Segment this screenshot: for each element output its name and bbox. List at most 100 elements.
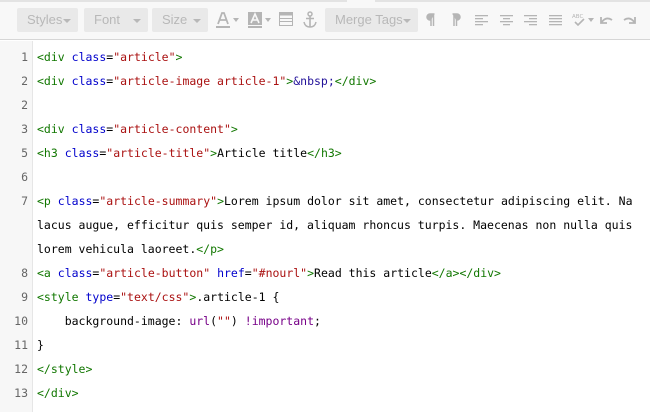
- line-number: 9: [21, 290, 28, 304]
- code-line[interactable]: 5 <h3 class="article-title">Article title…: [0, 141, 650, 165]
- code-token-txt: .article-1 {: [196, 290, 280, 304]
- code-token-tag: >: [217, 194, 224, 208]
- chevron-down-icon: [403, 19, 411, 23]
- table-button[interactable]: [279, 11, 293, 29]
- code-line[interactable]: 11}: [0, 333, 650, 357]
- text-color-caret-icon[interactable]: [233, 18, 239, 22]
- code-token-tag: >: [230, 122, 238, 136]
- code-text: <style type="text/css">.article-1 {: [37, 285, 279, 309]
- code-token-tag: <h3: [37, 146, 58, 160]
- code-text: <h3 class="article-title">Article title<…: [37, 141, 342, 165]
- code-token-attr: class: [71, 74, 107, 88]
- code-line[interactable]: 10 background-image: url("") !important;: [0, 309, 650, 333]
- undo-button[interactable]: [598, 11, 614, 29]
- code-token-tag: <div: [37, 122, 65, 136]
- code-token-txt: }: [37, 338, 44, 352]
- line-number: 2: [21, 98, 28, 112]
- background-color-button[interactable]: [247, 11, 263, 29]
- align-right-button[interactable]: [524, 11, 538, 29]
- code-token-tag: <div: [37, 50, 65, 64]
- code-token-txt: Lorem ipsum dolor sit amet, consectetur …: [224, 194, 633, 208]
- code-token-tag: <div: [37, 74, 65, 88]
- spellcheck-icon: ABC: [572, 14, 585, 27]
- line-number: 1: [21, 50, 28, 64]
- code-token-str: "article": [113, 50, 176, 64]
- code-token-txt: (: [210, 314, 218, 328]
- code-text: </div>: [37, 381, 79, 405]
- wrapped-segment: lacus augue, efficitur quis semper id, a…: [37, 213, 633, 237]
- code-token-tag: </div>: [37, 386, 79, 400]
- paragraph-ltr-button[interactable]: [426, 11, 436, 29]
- line-number: 13: [14, 386, 28, 400]
- code-token-txt: ): [230, 314, 245, 328]
- redo-button[interactable]: [622, 11, 638, 29]
- line-number: 3: [21, 122, 28, 136]
- code-line[interactable]: 2 <div class="article-image article-1">&n…: [0, 69, 650, 93]
- text-color-button[interactable]: [215, 11, 231, 29]
- editor-toolbar: Styles Font Size Merge Tags ABC: [0, 0, 650, 40]
- paragraph-rtl-button[interactable]: [451, 11, 461, 29]
- spellcheck-button[interactable]: ABC: [572, 11, 587, 29]
- code-line[interactable]: 1 <div class="article">: [0, 45, 650, 69]
- line-number: 6: [21, 170, 28, 184]
- code-token-str: "article-title": [106, 146, 211, 160]
- align-center-button[interactable]: [500, 11, 514, 29]
- code-line[interactable]: 8 <a class="article-button" href="#nourl"…: [0, 261, 650, 285]
- code-token-str: "article-button": [99, 266, 211, 280]
- spellcheck-caret-icon[interactable]: [588, 18, 594, 22]
- code-text: <p class="article-summary">Lorem ipsum d…: [37, 189, 633, 261]
- code-text: background-image: url("") !important;: [37, 309, 321, 333]
- code-token-str: "#nourl": [251, 266, 308, 280]
- code-token-txt: ;: [314, 314, 321, 328]
- line-number: 2: [21, 74, 28, 88]
- anchor-button[interactable]: [302, 11, 318, 29]
- chevron-down-icon: [63, 19, 71, 23]
- code-token-attr: class: [71, 50, 107, 64]
- code-token-txt: Read this article: [314, 266, 432, 280]
- code-token-attr: type: [85, 290, 114, 304]
- line-number: 11: [14, 338, 28, 352]
- line-number: 12: [14, 362, 28, 376]
- code-editor[interactable]: 1 <div class="article"> 2 <div class="artic…: [0, 41, 650, 412]
- line-number: 10: [14, 314, 28, 328]
- code-line[interactable]: 6: [0, 165, 650, 189]
- code-token-tag: </div>: [334, 74, 377, 88]
- code-line[interactable]: 7 <p class="article-summary">Lorem ipsum …: [0, 189, 650, 261]
- styles-dropdown[interactable]: Styles: [17, 8, 78, 32]
- merge-tags-dropdown[interactable]: Merge Tags: [325, 8, 418, 32]
- code-token-str: "article-summary": [99, 194, 218, 208]
- align-justify-button[interactable]: [549, 11, 563, 29]
- code-line[interactable]: 3 <div class="article-content">: [0, 117, 650, 141]
- align-left-icon: [475, 15, 488, 26]
- background-color-caret-icon[interactable]: [265, 18, 271, 22]
- code-token-txt: lacus augue, efficitur quis semper id, a…: [37, 218, 633, 232]
- code-token-tag: </h3>: [307, 146, 342, 160]
- chevron-down-icon: [133, 19, 141, 23]
- background-color-icon: [248, 12, 262, 28]
- undo-icon: [600, 17, 613, 24]
- size-dropdown-label: Size: [162, 12, 188, 27]
- code-line[interactable]: 2: [0, 93, 650, 117]
- code-text: <div class="article-image article-1">&nb…: [37, 69, 376, 93]
- font-dropdown[interactable]: Font: [84, 8, 148, 32]
- font-dropdown-label: Font: [94, 12, 121, 27]
- code-token-txt: background-image:: [37, 314, 190, 328]
- code-line[interactable]: 12 </style>: [0, 357, 650, 381]
- code-line[interactable]: 13 </div>: [0, 381, 650, 405]
- code-token-kw: url: [189, 314, 211, 328]
- size-dropdown[interactable]: Size: [152, 8, 208, 32]
- code-line[interactable]: 9 <style type="text/css">.article-1 {: [0, 285, 650, 309]
- code-token-tag: </a></div>: [431, 266, 501, 280]
- align-left-button[interactable]: [475, 11, 489, 29]
- code-text: <a class="article-button" href="#nourl">…: [37, 261, 501, 285]
- code-token-tag: <a: [37, 266, 51, 280]
- chevron-down-icon: [193, 19, 201, 23]
- code-token-tag: >: [307, 266, 315, 280]
- code-token-attr: href: [217, 266, 245, 280]
